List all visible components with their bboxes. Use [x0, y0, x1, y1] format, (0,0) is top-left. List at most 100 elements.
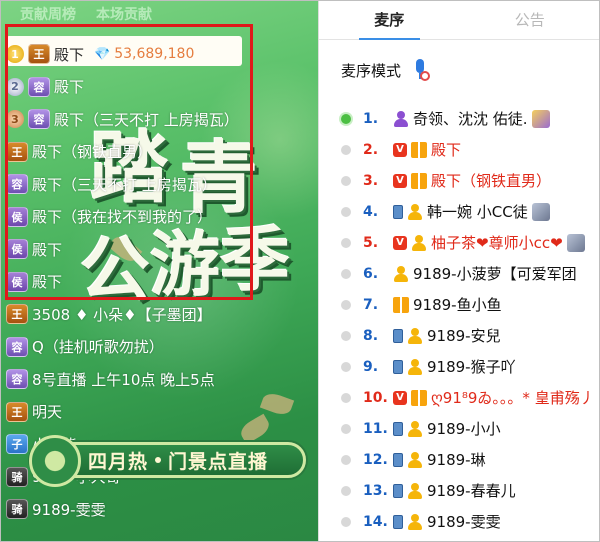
queue-item[interactable]: 2. V 殿下: [319, 134, 600, 165]
status-dot: [341, 268, 351, 279]
vip-badge-icon: V: [393, 142, 407, 157]
promo-banner[interactable]: 四月热 门景点直播: [29, 435, 306, 487]
level-badge-icon: 子: [6, 434, 28, 455]
status-dot: [341, 206, 351, 217]
user-avatar: [531, 109, 550, 128]
user-level-icon: [393, 265, 409, 282]
ranking-username: 3508 ♦ 小朵♦【子墨团】: [32, 305, 212, 324]
mobile-client-icon: [393, 421, 403, 436]
live-room-left-panel: 贡献周榜 本场贡献 踏 青 公 游 季 1 王 殿下 💎 53,689,180 …: [0, 0, 318, 542]
mobile-client-icon: [393, 452, 403, 467]
mobile-client-icon: [393, 483, 403, 498]
queue-username: 9189-安兒: [427, 327, 501, 345]
queue-username: 9189-雯雯: [427, 513, 501, 531]
queue-number: 11.: [363, 420, 388, 437]
user-level-icon: [407, 513, 423, 530]
queue-number: 2.: [363, 141, 379, 158]
queue-username: 9189-琳: [427, 451, 486, 469]
ranking-username: Q（挂机听歌勿扰）: [32, 338, 164, 357]
vip-badge-icon: V: [393, 173, 407, 188]
queue-username: 9189-春春儿: [427, 482, 516, 500]
ranking-username: 9189-雯雯: [32, 500, 106, 519]
queue-item[interactable]: 14. 9189-雯雯: [319, 506, 600, 537]
gift-level-icon: [411, 141, 427, 158]
queue-item[interactable]: 10. V ღ91⁸9ゐ。。。* 皇甫殇丿: [319, 382, 600, 413]
queue-item[interactable]: 1. 奇领、沈沈 佑徒.: [319, 103, 600, 134]
status-dot: [341, 237, 351, 248]
level-badge-icon: 容: [6, 336, 28, 357]
queue-number: 9.: [363, 358, 379, 375]
queue-item[interactable]: 7. 9189-鱼小鱼: [319, 289, 600, 320]
online-status-dot: [341, 113, 351, 124]
gift-level-icon: [411, 389, 427, 406]
tab-mic-queue[interactable]: 麦序: [319, 0, 460, 40]
user-level-icon: [407, 482, 423, 499]
mobile-client-icon: [393, 514, 403, 529]
queue-item[interactable]: 11. 9189-小小: [319, 413, 600, 444]
ranking-row[interactable]: 容 8号直播 上午10点 晚上5点: [6, 363, 306, 396]
mobile-client-icon: [393, 328, 403, 343]
gift-level-icon: [393, 296, 409, 313]
level-badge-icon: 骑: [6, 499, 28, 520]
tab-announcement[interactable]: 公告: [460, 0, 600, 39]
user-avatar: [531, 202, 550, 221]
promo-banner-right-text: 门景点直播: [168, 450, 269, 473]
ranking-row[interactable]: 王 3508 ♦ 小朵♦【子墨团】: [6, 298, 306, 331]
level-badge-icon: 容: [6, 369, 28, 390]
ranking-row[interactable]: 容 Q（挂机听歌勿扰）: [6, 331, 306, 364]
queue-username: 韩一婉 小CC徒: [427, 203, 528, 221]
annotation-highlight-box: [5, 24, 253, 300]
user-level-icon: [407, 327, 423, 344]
level-badge-icon: 王: [6, 401, 28, 422]
queue-item[interactable]: 12. 9189-琳: [319, 444, 600, 475]
mic-queue-panel: 麦序 公告 麦序模式 1. 奇领、沈沈 佑徒. 2. V 殿下 3. V 殿下（…: [318, 0, 600, 542]
ranking-row[interactable]: 王 明天: [6, 396, 306, 429]
queue-number: 5.: [363, 234, 379, 251]
mobile-client-icon: [393, 359, 403, 374]
promo-banner-left-text: 四月热: [87, 450, 148, 473]
status-dot: [341, 299, 351, 310]
tab-weekly-contribution[interactable]: 贡献周榜: [20, 4, 76, 24]
tab-session-contribution[interactable]: 本场贡献: [96, 4, 152, 24]
queue-username: 9189-小菠萝【可爱军团: [413, 265, 577, 283]
status-dot: [341, 454, 351, 465]
status-dot: [341, 330, 351, 341]
queue-username: ღ91⁸9ゐ。。。* 皇甫殇丿: [431, 389, 595, 407]
status-dot: [341, 144, 351, 155]
level-badge-icon: 骑: [6, 466, 28, 487]
vip-badge-icon: V: [393, 235, 407, 250]
status-dot: [341, 392, 351, 403]
queue-username: 9189-小小: [427, 420, 501, 438]
queue-item[interactable]: 6. 9189-小菠萝【可爱军团: [319, 258, 600, 289]
ranking-row[interactable]: 骑 9189-雯雯: [6, 493, 306, 526]
vip-badge-icon: V: [393, 390, 407, 405]
queue-item[interactable]: 13. 9189-春春儿: [319, 475, 600, 506]
mic-muted-icon[interactable]: [411, 57, 431, 83]
queue-number: 3.: [363, 172, 379, 189]
user-level-icon: [407, 451, 423, 468]
queue-number: 13.: [363, 482, 388, 499]
queue-number: 10.: [363, 389, 388, 406]
queue-item[interactable]: 9. 9189-猴子吖: [319, 351, 600, 382]
right-tabs: 麦序 公告: [319, 0, 600, 40]
queue-username: 柚子茶❤尊师小cc❤: [431, 234, 563, 252]
status-dot: [341, 361, 351, 372]
queue-item[interactable]: 5. V 柚子茶❤尊师小cc❤: [319, 227, 600, 258]
queue-number: 8.: [363, 327, 379, 344]
mic-queue-list: 1. 奇领、沈沈 佑徒. 2. V 殿下 3. V 殿下（钢铁直男） 4. 韩一…: [319, 103, 600, 537]
banner-badge-icon: [29, 435, 81, 487]
ranking-username: 8号直播 上午10点 晚上5点: [32, 370, 215, 389]
queue-item[interactable]: 3. V 殿下（钢铁直男）: [319, 165, 600, 196]
queue-number: 6.: [363, 265, 379, 282]
user-level-icon: [407, 358, 423, 375]
host-user-icon: [393, 110, 409, 127]
user-level-icon: [407, 203, 423, 220]
status-dot: [341, 485, 351, 496]
queue-item[interactable]: 8. 9189-安兒: [319, 320, 600, 351]
queue-username: 殿下（钢铁直男）: [431, 172, 552, 190]
queue-item[interactable]: 4. 韩一婉 小CC徒: [319, 196, 600, 227]
queue-username: 9189-鱼小鱼: [413, 296, 502, 314]
mic-mode-row: 麦序模式: [319, 48, 600, 92]
user-avatar: [566, 233, 585, 252]
level-badge-icon: 王: [6, 304, 28, 325]
